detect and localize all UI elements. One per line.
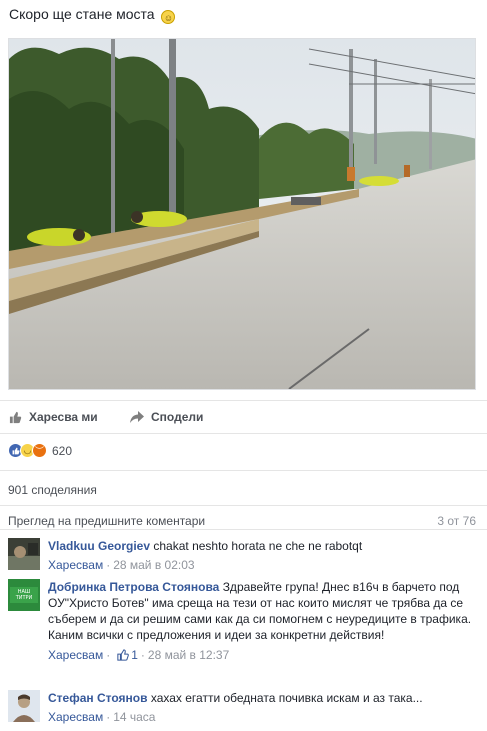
comment-author[interactable]: Добринка Петрова Стоянова	[48, 580, 219, 594]
share-arrow-icon	[130, 411, 144, 423]
comment-like-link[interactable]: Харесвам	[48, 647, 103, 663]
post-message: Скоро ще стане моста	[9, 6, 155, 22]
comment-body: Vladkuu Georgiev chakat neshto horata ne…	[48, 539, 363, 573]
comment-timestamp[interactable]: 28 май в 12:37	[148, 647, 229, 663]
post-photo[interactable]	[8, 38, 476, 390]
comment-like-count[interactable]: 1	[117, 647, 138, 663]
shares-row: 901 споделяния	[0, 470, 487, 506]
comments-counter: 3 от 76	[437, 514, 476, 528]
reaction-count: 620	[52, 443, 73, 458]
view-previous-comments-link[interactable]: Преглед на предишните коментари	[8, 514, 205, 528]
share-button-label: Сподели	[151, 410, 204, 424]
comment-like-link[interactable]: Харесвам	[48, 709, 103, 725]
comment-timestamp[interactable]: 14 часа	[113, 709, 155, 725]
smiley-icon: ☺	[161, 10, 176, 24]
share-button[interactable]: Сподели	[130, 410, 203, 424]
reactions-summary[interactable]: ◡ ︶ 620	[8, 443, 72, 458]
comments-header: Преглед на предишните коментари 3 от 76	[0, 506, 487, 530]
like-button[interactable]: Харесва ми	[9, 410, 98, 424]
comment-like-link[interactable]: Харесвам	[48, 557, 103, 573]
comment-like-count-value: 1	[131, 648, 138, 662]
avatar[interactable]	[8, 538, 40, 570]
angry-reaction-icon: ︶	[32, 443, 47, 458]
thumbs-up-icon	[117, 649, 130, 661]
comment-timestamp[interactable]: 28 май в 02:03	[113, 557, 194, 573]
like-button-label: Харесва ми	[29, 410, 98, 424]
construction-photo-image	[9, 39, 475, 389]
comment-body: Стефан Стоянов хахах егатти обедната поч…	[48, 691, 423, 725]
avatar[interactable]: НАШ ТИТРИ	[8, 579, 40, 611]
shares-count-link[interactable]: 901 споделяния	[8, 483, 97, 497]
comment-author[interactable]: Стефан Стоянов	[48, 691, 148, 705]
comment-author[interactable]: Vladkuu Georgiev	[48, 539, 150, 553]
comment-body: Добринка Петрова Стоянова Здравейте груп…	[48, 580, 472, 663]
post-action-bar: Харесва ми Сподели	[0, 400, 487, 434]
avatar[interactable]	[8, 690, 40, 722]
comment-text: хахах егатти обедната почивка искам и аз…	[150, 691, 423, 705]
comment-text: chakat neshto horata ne che ne rabotqt	[153, 539, 363, 553]
post-text: Скоро ще стане моста ☺	[9, 6, 176, 24]
thumbs-up-icon	[9, 411, 22, 423]
svg-text:ТИТРИ: ТИТРИ	[15, 595, 33, 601]
